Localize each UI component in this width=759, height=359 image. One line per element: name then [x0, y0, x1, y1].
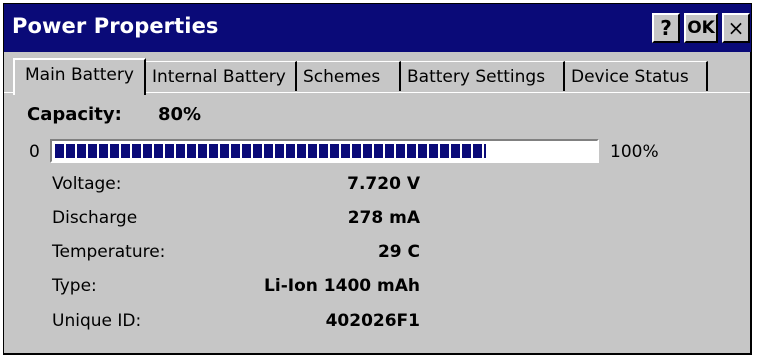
- capacity-value: 80%: [158, 104, 202, 125]
- capacity-progress-bar: [50, 139, 599, 163]
- type-value: Li-Ion 1400 mAh: [264, 276, 420, 296]
- window-title: Power Properties: [12, 14, 219, 38]
- unique-id-label: Unique ID:: [52, 311, 142, 331]
- tab-battery-settings[interactable]: Battery Settings: [401, 61, 565, 91]
- progress-max-label: 100%: [610, 142, 659, 162]
- tab-internal-battery[interactable]: Internal Battery: [146, 61, 297, 91]
- tab-device-status[interactable]: Device Status: [565, 61, 708, 91]
- capacity-label: Capacity:: [27, 104, 122, 125]
- type-label: Type:: [52, 276, 97, 296]
- temperature-label: Temperature:: [52, 242, 166, 262]
- close-button[interactable]: ×: [722, 13, 750, 43]
- capacity-progress-fill: [55, 144, 486, 158]
- voltage-value: 7.720 V: [347, 174, 420, 194]
- help-button[interactable]: ?: [652, 13, 680, 43]
- temperature-value: 29 C: [377, 242, 420, 262]
- discharge-label: Discharge: [52, 208, 138, 228]
- voltage-label: Voltage:: [52, 174, 122, 194]
- progress-min-label: 0: [29, 142, 40, 162]
- ok-button[interactable]: OK: [684, 13, 718, 43]
- discharge-value: 278 mA: [347, 208, 420, 228]
- tab-schemes[interactable]: Schemes: [297, 61, 401, 91]
- tab-main-battery[interactable]: Main Battery: [13, 58, 146, 95]
- unique-id-value: 402026F1: [325, 311, 420, 331]
- title-bar: Power Properties ? OK ×: [4, 4, 751, 52]
